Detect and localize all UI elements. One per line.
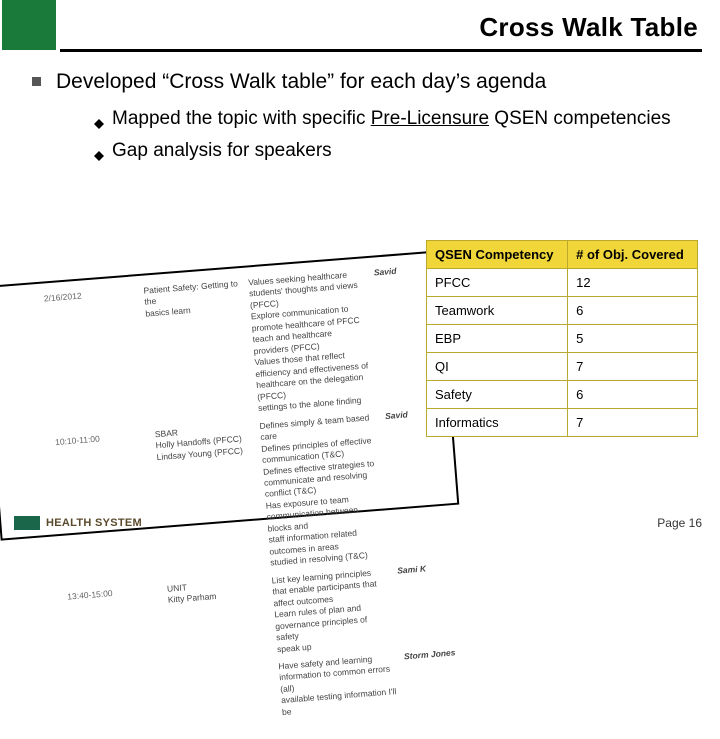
bullet-sub2-text: Gap analysis for speakers xyxy=(112,140,332,161)
td-count: 7 xyxy=(568,353,698,381)
sheet-time xyxy=(74,670,168,734)
sheet-time: 10:10-11:00 xyxy=(55,430,156,586)
td-competency: PFCC xyxy=(427,269,568,297)
bullet-main-text: Developed “Cross Walk table” for each da… xyxy=(56,70,546,93)
table-row: QI7 xyxy=(427,353,698,381)
bullet-sub1-a: Mapped the topic with specific xyxy=(112,108,371,129)
slide-header: Cross Walk Table xyxy=(60,0,702,52)
table-row: Safety6 xyxy=(427,381,698,409)
table-row: Teamwork6 xyxy=(427,297,698,325)
sheet-speaker: Storm Jones xyxy=(404,647,463,708)
bullet-sub1-underline: Pre-Licensure xyxy=(371,108,489,129)
slide-footer: HEALTH SYSTEM Page 16 xyxy=(0,510,720,536)
sheet-date: 2/16/2012 xyxy=(43,286,144,430)
logo: HEALTH SYSTEM xyxy=(14,516,142,530)
bullet-sub1-b: QSEN competencies xyxy=(489,108,671,129)
bullet-main: Developed “Cross Walk table” for each da… xyxy=(32,70,680,94)
qsen-table: QSEN Competency # of Obj. Covered PFCC12… xyxy=(426,240,698,437)
th-count: # of Obj. Covered xyxy=(568,241,698,269)
td-competency: Teamwork xyxy=(427,297,568,325)
crosswalk-sheet: 2/16/2012 Patient Safety: Getting to the… xyxy=(0,250,459,540)
sheet-time: 13:40-15:00 xyxy=(67,584,163,671)
table-row: Informatics7 xyxy=(427,409,698,437)
diamond-bullet-icon xyxy=(94,146,104,156)
table-row: EBP5 xyxy=(427,325,698,353)
td-competency: EBP xyxy=(427,325,568,353)
page-number: Page 16 xyxy=(657,516,702,530)
diamond-bullet-icon xyxy=(94,114,104,124)
td-count: 6 xyxy=(568,381,698,409)
td-competency: Informatics xyxy=(427,409,568,437)
header-accent-block xyxy=(2,0,56,50)
bullet-sub2: Gap analysis for speakers xyxy=(32,140,680,162)
th-competency: QSEN Competency xyxy=(427,241,568,269)
logo-text: HEALTH SYSTEM xyxy=(46,517,142,529)
logo-mark-icon xyxy=(14,516,40,530)
figure-area: 2/16/2012 Patient Safety: Getting to the… xyxy=(0,228,720,506)
square-bullet-icon xyxy=(32,77,41,86)
sheet-speaker: Sami K xyxy=(397,561,458,645)
bullet-sub1: Mapped the topic with specific Pre-Licen… xyxy=(32,108,680,130)
slide-body: Developed “Cross Walk table” for each da… xyxy=(0,52,720,162)
table-row: PFCC12 xyxy=(427,269,698,297)
td-count: 6 xyxy=(568,297,698,325)
td-count: 5 xyxy=(568,325,698,353)
td-count: 12 xyxy=(568,269,698,297)
slide-title: Cross Walk Table xyxy=(479,12,698,43)
table-header-row: QSEN Competency # of Obj. Covered xyxy=(427,241,698,269)
td-competency: QI xyxy=(427,353,568,381)
td-competency: Safety xyxy=(427,381,568,409)
td-count: 7 xyxy=(568,409,698,437)
